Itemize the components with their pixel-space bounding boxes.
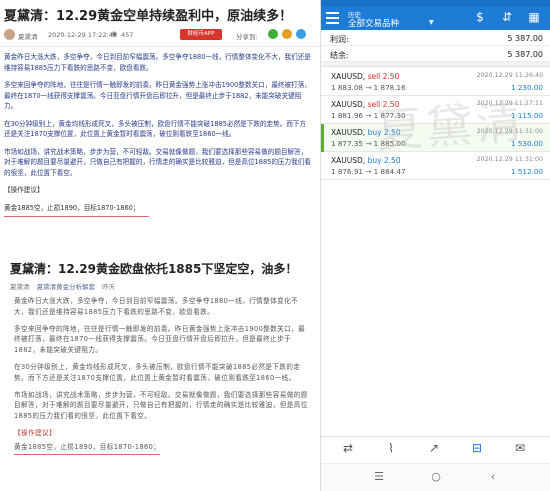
trade-symbol: XAUUSD,	[331, 100, 366, 109]
article1-date: 2020-12-29 17:22:43	[48, 31, 118, 39]
back-icon[interactable]: ‹	[483, 470, 503, 486]
app-bar: 历史 全部交易品种 ▼ $ ⇵ ▦	[321, 7, 550, 30]
home-icon[interactable]: ○	[426, 470, 446, 486]
quotes-icon[interactable]: ⇄	[333, 441, 363, 461]
trade-symbol: XAUUSD,	[331, 156, 366, 165]
eye-icon: ◉	[111, 30, 118, 38]
article2-advice: 黄金1885空，止损1890，目标1870-1860；	[14, 442, 161, 455]
article2-when: 昨天	[102, 283, 116, 291]
article2-author: 夏黛清	[10, 283, 30, 291]
article-panel: 夏黛清：12.29黄金空单持续盈利中，原油续多！ 夏黛清 2020-12-29 …	[0, 0, 320, 491]
account-summary: 利润: 5 387.00 结余: 5 387.00	[321, 30, 550, 67]
article1-paragraph: 多空来回争夺的阵地，往往是行情一触即发的前奏。昨日黄金强势上涨冲击1900整数关…	[4, 81, 311, 110]
summary-row-profit: 利润: 5 387.00	[321, 30, 550, 46]
selection-marker	[321, 124, 324, 152]
summary-value: 5 387.00	[507, 34, 543, 43]
messages-icon[interactable]: ✉	[505, 441, 535, 461]
trade-open: 1 881.96	[331, 111, 364, 120]
qq-share-icon[interactable]	[296, 29, 306, 39]
article2-body: 黄金昨日大涨大跌，多空争夺，今日到目前窄幅震荡。多空争夺1880一线，行情整体变…	[14, 296, 308, 455]
trade-open: 1 876.91	[331, 167, 364, 176]
divider	[0, 46, 320, 47]
history-icon[interactable]: ⊟	[462, 441, 492, 461]
arrow-icon: →	[365, 139, 372, 148]
article1-meta: 夏黛清 2020-12-29 17:22:43 ◉ 457 财经币APP 分享到…	[4, 27, 318, 43]
article2-paragraph: 黄金昨日大涨大跌，多空争夺，今日到目前窄幅震荡。多空争夺1880一线，行情整体变…	[14, 297, 299, 316]
article1-paragraph: 在30分钟级别上，黄金均线形成死叉，多头被压制，欧盘行情不能突破1885必然是下…	[4, 119, 307, 139]
arrow-icon: →	[365, 111, 372, 120]
article1-paragraph: 市场如战场，讲究战术策略，步步为营，不可轻敌。交易就像做题，我们要选择那些容易做…	[4, 147, 311, 177]
chart-icon[interactable]: ⌇	[376, 441, 406, 461]
article1-title: 夏黛清：12.29黄金空单持续盈利中，原油续多！	[4, 9, 293, 24]
summary-label: 利润:	[330, 35, 349, 44]
share-label: 分享到:	[236, 33, 258, 41]
recents-icon[interactable]: ☰	[369, 470, 389, 486]
avatar[interactable]	[4, 29, 15, 40]
trade-time: 2020.12.29 11:26:40	[476, 72, 543, 79]
trade-symbol: XAUUSD,	[331, 72, 366, 81]
trade-time: 2020.12.29 11:31:00	[476, 156, 543, 163]
wechat-share-icon[interactable]	[268, 29, 278, 39]
follow-app-button[interactable]: 财经币APP	[180, 29, 222, 40]
article2-caption: 【操作建议】	[14, 428, 56, 437]
arrow-icon: →	[365, 83, 372, 92]
arrow-icon: →	[365, 167, 372, 176]
calendar-icon[interactable]: ▦	[525, 10, 543, 24]
trade-close: 1 884.47	[373, 167, 406, 176]
article2-paragraph: 市场如战场，讲究战术策略，步步为营，不可轻敌。交易就像做题，我们要选择那些容易做…	[14, 390, 308, 421]
trade-symbol: XAUUSD,	[331, 128, 366, 137]
bottom-nav: ⇄ ⌇ ↗ ⊟ ✉	[321, 436, 550, 463]
article2-publisher-link[interactable]: 夏黛清黄金分析解套	[37, 283, 96, 291]
article2-meta: 夏黛清 夏黛清黄金分析解套 昨天	[10, 281, 120, 291]
article2-paragraph: 在30分钟级别上，黄金均线形成死叉，多头被压制，欧盘行情不能突破1885必然是下…	[14, 362, 301, 382]
divider	[321, 62, 550, 67]
article1-caption: 【操作建议】	[4, 186, 44, 194]
watermark: 夏黛清	[374, 93, 528, 159]
article2-title: 夏黛清：12.29黄金欧盘依托1885下坚定空，油多！	[10, 262, 298, 276]
menu-icon[interactable]	[326, 12, 339, 24]
article2-paragraph: 多空来回争夺的阵地，往往是行情一触即发的前奏。昨日黄金强势上涨冲击1900整数关…	[14, 324, 306, 355]
symbol-filter[interactable]: 全部交易品种	[348, 17, 399, 29]
summary-label: 结余:	[330, 51, 349, 60]
dollar-icon[interactable]: $	[471, 10, 489, 24]
article1-author[interactable]: 夏黛清	[18, 31, 38, 41]
chevron-down-icon[interactable]: ▼	[429, 19, 434, 26]
summary-value: 5 387.00	[507, 50, 543, 59]
trade-profit: 1 512.00	[510, 167, 543, 176]
trade-open: 1 883.08	[331, 83, 364, 92]
article1-body: 黄金昨日大涨大跌，多空争夺，今日到目前窄幅震荡。多空争夺1880一线，行情整体变…	[4, 52, 312, 217]
status-bar	[321, 0, 550, 7]
trade-open: 1 877.35	[331, 139, 364, 148]
weibo-share-icon[interactable]	[282, 29, 292, 39]
trade-icon[interactable]: ↗	[419, 441, 449, 461]
article1-views: 457	[121, 31, 134, 39]
summary-row-balance: 结余: 5 387.00	[321, 46, 550, 62]
trading-app: 历史 全部交易品种 ▼ $ ⇵ ▦ 利润: 5 387.00 结余: 5 387…	[320, 0, 550, 491]
article1-advice: 黄金1885空，止损1890，目标1870-1860；	[4, 203, 140, 212]
article1-paragraph: 黄金昨日大涨大跌，多空争夺，今日到目前窄幅震荡。多空争夺1880一线，行情整体变…	[4, 53, 311, 72]
sort-icon[interactable]: ⇵	[498, 10, 516, 24]
divider	[4, 216, 149, 217]
trade-side: sell 2.50	[367, 72, 400, 81]
system-nav-bar: ☰ ○ ‹	[321, 463, 550, 491]
trade-close: 1 878.16	[373, 83, 406, 92]
